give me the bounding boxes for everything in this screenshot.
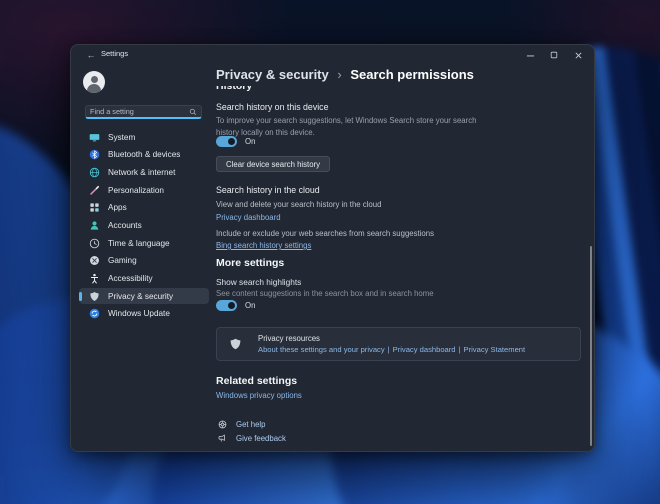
privacy-resources-title: Privacy resources [258,334,525,343]
sidebar-item-network[interactable]: Network & internet [79,164,209,180]
about-settings-privacy-link[interactable]: About these settings and your privacy [258,345,385,354]
apps-icon [89,202,100,213]
sidebar-item-accessibility[interactable]: Accessibility [79,271,209,287]
privacy-shield-icon [229,337,242,351]
device-history-toggle[interactable] [216,136,237,147]
personalization-icon [89,185,100,196]
clear-device-search-history-button[interactable]: Clear device search history [216,156,330,172]
sidebar-item-gaming[interactable]: Gaming [79,253,209,269]
clipped-section-heading: History [216,86,416,95]
desktop: ← Settings [0,0,660,504]
accessibility-icon [89,273,100,284]
search-highlights-description: See content suggestions in the search bo… [216,288,434,300]
maximize-button[interactable] [548,49,560,61]
more-settings-heading: More settings [216,257,284,269]
toggle-state-label: On [245,301,255,310]
accounts-icon [89,220,100,231]
toggle-knob [228,138,235,145]
close-button[interactable] [572,49,584,61]
breadcrumb-parent[interactable]: Privacy & security [216,67,329,82]
privacy-statement-link[interactable]: Privacy Statement [464,345,526,354]
sidebar-item-apps[interactable]: Apps [79,200,209,216]
system-icon [89,132,100,143]
bluetooth-icon [89,149,100,160]
privacy-dashboard-link[interactable]: Privacy dashboard [393,345,456,354]
privacy-resources-card: Privacy resources About these settings a… [216,327,581,361]
sidebar-item-label: Gaming [108,256,137,265]
search-highlights-title: Show search highlights [216,277,301,287]
bing-search-history-settings-link[interactable]: Bing search history settings [216,241,311,250]
sidebar-item-system[interactable]: System [79,129,209,145]
sidebar-item-personalization[interactable]: Personalization [79,182,209,198]
search-box[interactable] [85,105,202,119]
toggle-knob [228,302,235,309]
gaming-icon [89,255,100,266]
minimize-icon [526,51,535,60]
sidebar-item-label: Accessibility [108,274,153,283]
sidebar-item-windows-update[interactable]: Windows Update [79,306,209,322]
privacy-dashboard-link[interactable]: Privacy dashboard [216,213,281,222]
window-title: Settings [101,49,128,58]
sidebar-nav: System Bluetooth & devices Network & int… [79,129,209,324]
device-history-description: To improve your search suggestions, let … [216,115,494,138]
clock-icon [89,238,100,249]
search-highlights-toggle-row: On [216,300,255,311]
avatar[interactable] [83,71,105,93]
search-input[interactable] [90,107,189,116]
breadcrumb-separator-icon: › [337,67,341,82]
sidebar-item-privacy-security[interactable]: Privacy & security [79,288,209,304]
sidebar-item-label: Time & language [108,239,170,248]
search-highlights-toggle[interactable] [216,300,237,311]
sidebar-item-label: Network & internet [108,168,175,177]
back-button[interactable]: ← [84,48,98,62]
scrollbar-thumb[interactable] [590,246,592,446]
get-help-icon [218,420,227,429]
network-icon [89,167,100,178]
toggle-state-label: On [245,137,255,146]
sidebar-item-label: Personalization [108,186,164,195]
titlebar[interactable]: ← Settings [71,45,594,65]
update-icon [89,308,100,319]
avatar-person-icon [91,76,98,83]
maximize-icon [550,51,558,59]
settings-window: ← Settings [70,44,595,452]
sidebar-item-accounts[interactable]: Accounts [79,217,209,233]
search-icon[interactable] [189,108,197,116]
include-exclude-text: Include or exclude your web searches fro… [216,229,434,238]
sidebar-item-label: Bluetooth & devices [108,150,180,159]
breadcrumb: Privacy & security › Search permissions [216,67,474,82]
page-title: Search permissions [350,67,474,82]
get-help-row[interactable]: Get help [218,420,265,429]
sidebar-item-label: Accounts [108,221,142,230]
give-feedback-label: Give feedback [236,434,286,443]
sidebar-item-time-language[interactable]: Time & language [79,235,209,251]
related-settings-heading: Related settings [216,375,297,387]
back-arrow-icon: ← [87,50,96,60]
sidebar-item-label: Privacy & security [108,292,173,301]
give-feedback-icon [218,434,227,443]
give-feedback-row[interactable]: Give feedback [218,434,286,443]
get-help-label: Get help [236,420,265,429]
sidebar-item-label: Windows Update [108,309,170,318]
sidebar-item-bluetooth[interactable]: Bluetooth & devices [79,147,209,163]
sidebar-item-label: Apps [108,203,127,212]
windows-privacy-options-link[interactable]: Windows privacy options [216,391,302,400]
shield-icon [89,291,100,302]
device-history-toggle-row: On [216,136,255,147]
minimize-button[interactable] [524,49,536,61]
cloud-history-title: Search history in the cloud [216,185,320,195]
close-icon [574,51,583,60]
sidebar-item-label: System [108,133,135,142]
cloud-history-view-delete-text: View and delete your search history in t… [216,200,381,209]
device-history-title: Search history on this device [216,102,328,112]
